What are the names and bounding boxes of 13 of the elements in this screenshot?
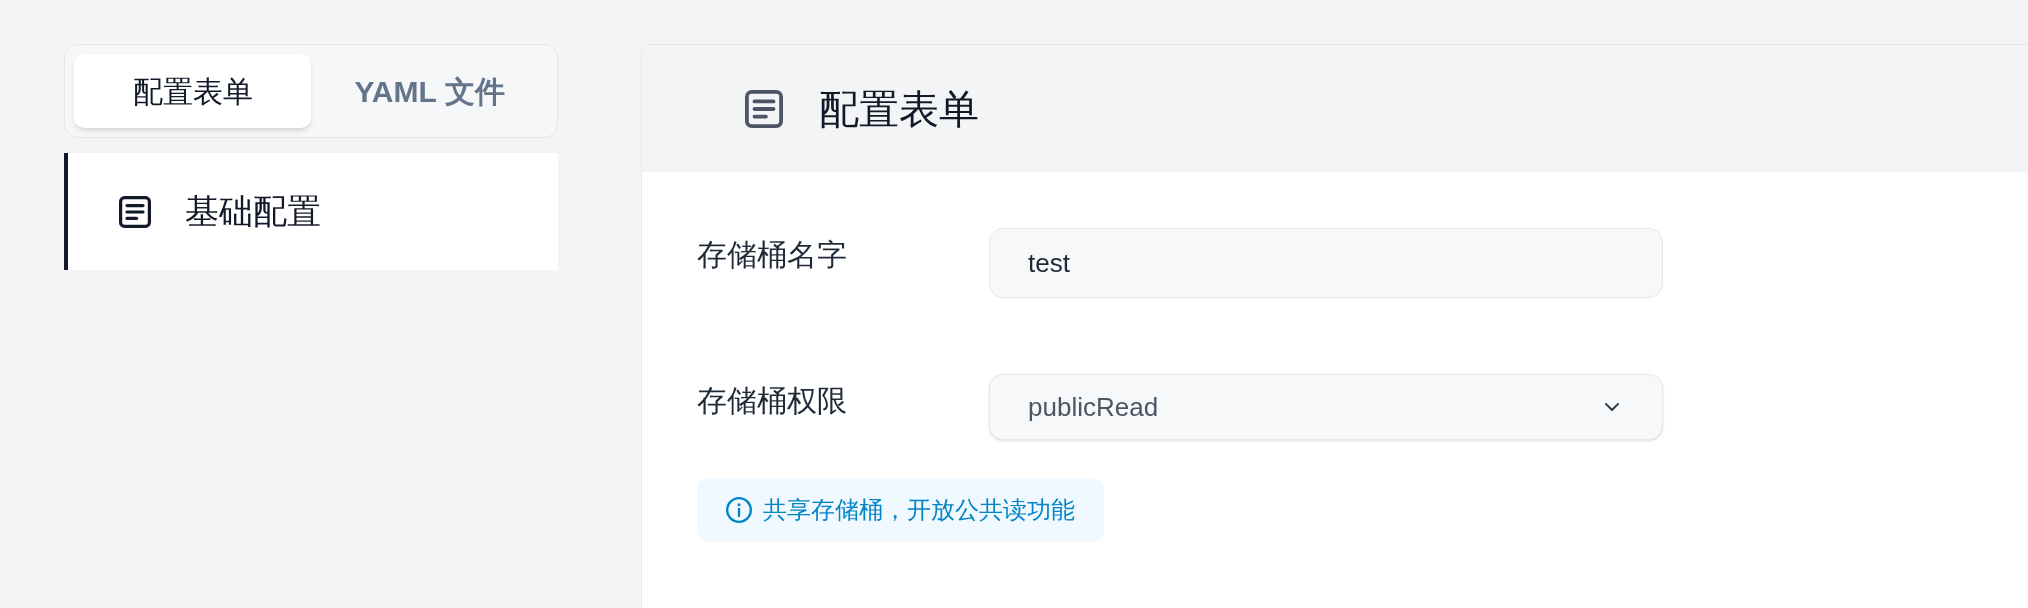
tab[interactable]: 配置表单 — [74, 54, 311, 128]
chevron-down-icon — [1605, 403, 1619, 411]
notice-text: 共享存储桶，开放公共读功能 — [763, 495, 1075, 525]
text-field[interactable]: test — [989, 228, 1663, 298]
document-icon — [119, 195, 151, 228]
field-label: 存储桶名字 — [697, 237, 848, 273]
info-icon — [726, 497, 752, 523]
sidebar-item[interactable]: 基础配置 — [64, 153, 558, 270]
field-label: 存储桶权限 — [697, 383, 848, 419]
tab[interactable]: YAML 文件 — [311, 54, 548, 128]
panel-title: 配置表单 — [819, 85, 979, 133]
select-field[interactable]: publicRead — [989, 374, 1663, 440]
document-icon — [745, 89, 783, 128]
